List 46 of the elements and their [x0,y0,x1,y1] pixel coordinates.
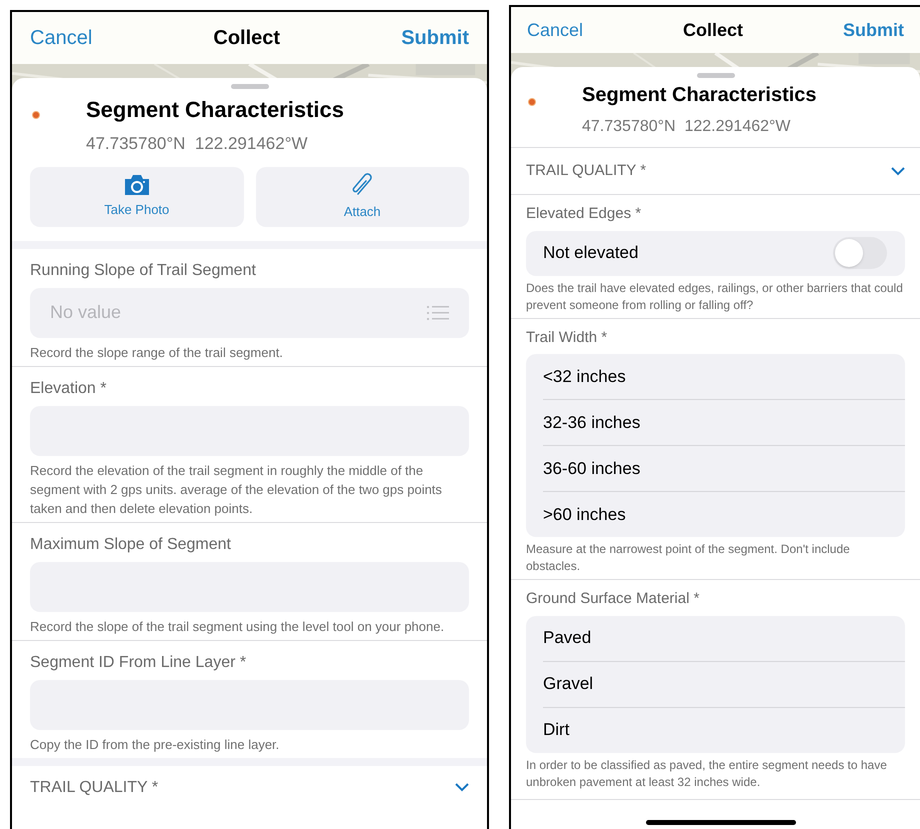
screen-title: Collect [213,26,280,51]
option-item[interactable]: Gravel [526,662,905,706]
field-hint: Measure at the narrowest point of the segment. Don't include obstacles. [526,541,851,575]
list-icon [427,304,449,320]
camera-icon [122,174,151,196]
cancel-button[interactable]: Cancel [527,16,584,44]
option-item[interactable]: 32-36 inches [526,400,905,445]
submit-button[interactable]: Submit [401,23,469,53]
field-label: Segment ID From Line Layer * [30,652,248,672]
placeholder-text: No value [50,301,122,324]
field-label: Trail Width * [526,328,608,348]
submit-button[interactable]: Submit [842,16,904,44]
option-item[interactable]: >60 inches [526,492,905,537]
field-label: Ground Surface Material * [526,589,700,609]
field-label: Elevated Edges * [526,204,642,224]
field-label: Running Slope of Trail Segment [30,260,257,280]
toggle-value: Not elevated [543,242,638,264]
cancel-button[interactable]: Cancel [30,23,92,53]
drag-handle[interactable] [696,73,734,78]
field-hint: Copy the ID from the pre-existing line layer. [30,736,280,754]
coordinates: 47.735780°N 122.291462°W [86,133,309,155]
option-item[interactable]: 36-60 inches [526,446,905,491]
section-header: TRAIL QUALITY * [30,778,158,798]
field-hint: In order to be classified as paved, the entire segment needs to have unbroken pavement at least 32 inches wide. [526,756,888,790]
coordinates: 47.735780°N 122.291462°W [582,117,792,137]
field-hint: Record the slope range of the trail segment. [30,344,284,362]
chevron-down-icon[interactable] [891,166,905,176]
paperclip-icon [350,172,374,198]
chevron-down-icon[interactable] [455,783,469,792]
option-item[interactable]: <32 inches [526,354,905,399]
home-indicator[interactable] [646,820,796,825]
feature-title: Segment Characteristics [582,83,817,108]
attach-button[interactable]: Attach [256,166,469,226]
field-hint: Record the elevation of the trail segment in roughly the middle of the segment with 2 gps units. average of the elevation of the two gps points taken and then delete elevation points. [30,462,443,518]
option-item[interactable]: Dirt [526,708,905,752]
screen-title: Collect [683,18,744,42]
field-hint: Does the trail have elevated edges, railings, or other barriers that could prevent someone from rolling or falling off? [526,280,904,314]
take-photo-button[interactable]: Take Photo [30,166,244,226]
toggle-switch[interactable] [833,237,887,269]
option-item[interactable]: Paved [526,616,905,660]
field-label: Maximum Slope of Segment [30,534,232,554]
field-hint: Record the slope of the trail segment using the level tool on your phone. [30,618,446,636]
feature-title: Segment Characteristics [86,96,344,124]
section-header: TRAIL QUALITY * [526,160,646,181]
drag-handle[interactable] [230,84,268,89]
field-label: Elevation * [30,378,108,398]
